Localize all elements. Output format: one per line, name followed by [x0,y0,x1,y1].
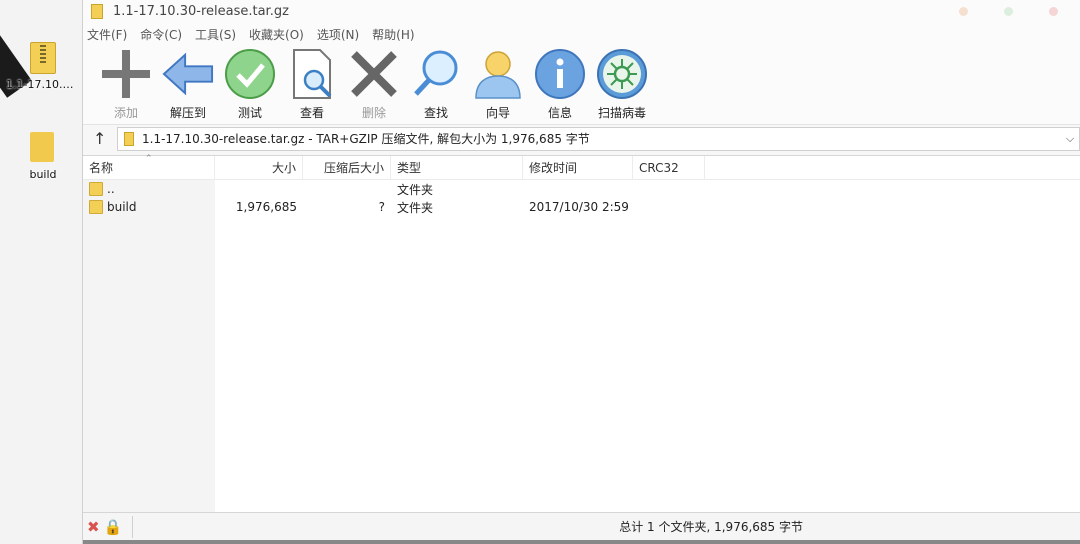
delete-icon [348,48,400,100]
item-size: 1,976,685 [235,200,297,214]
test-icon [224,48,276,100]
menu-favorites[interactable]: 收藏夹(O) [249,26,304,43]
menu-options[interactable]: 选项(N) [317,26,359,43]
up-arrow-icon[interactable]: ↑ [93,129,117,148]
wizard-icon [472,48,524,100]
virus-scan-label: 扫描病毒 [597,106,646,120]
test-button[interactable]: 测试 [219,48,281,121]
archive-app-icon [91,3,103,19]
item-modified: 2017/10/30 2:59 [529,200,629,214]
archive-path-icon [124,131,134,146]
column-crc32[interactable]: CRC32 [633,155,705,180]
window-title: 1.1-17.10.30-release.tar.gz [113,3,289,19]
window-controls [959,6,1080,16]
status-bar: ✖ 🔒 总计 1 个文件夹, 1,976,685 字节 [83,512,1080,540]
desktop-icon-build[interactable]: build [6,132,80,181]
extract-to-button[interactable]: 解压到 [157,48,219,121]
virus-scan-button[interactable]: 扫描病毒 [591,48,653,121]
desktop-icon-archive[interactable]: 1.1-17.10.30... [6,42,80,91]
info-button[interactable]: 信息 [529,48,591,121]
folder-icon [89,182,103,196]
menu-file[interactable]: 文件(F) [87,26,127,43]
extract-icon [162,48,214,100]
view-icon [286,48,338,100]
zip-archive-icon [30,42,56,74]
column-header-row: ⌃ 名称 大小 压缩后大小 类型 修改时间 CRC32 [83,154,1080,180]
extract-label: 解压到 [169,106,206,120]
add-button[interactable]: 添加 [95,48,157,121]
find-icon [410,48,462,100]
address-bar: ↑ 1.1-17.10.30-release.tar.gz - TAR+GZIP… [83,124,1080,152]
find-button[interactable]: 查找 [405,48,467,121]
menu-tools[interactable]: 工具(S) [195,26,236,43]
folder-icon [89,200,103,214]
path-field[interactable]: 1.1-17.10.30-release.tar.gz - TAR+GZIP 压… [117,126,1080,151]
minimize-button[interactable] [959,6,968,16]
lock-icon[interactable]: 🔒 [104,518,123,536]
item-name: .. [107,182,115,196]
view-button[interactable]: 查看 [281,48,343,121]
menu-bar: 文件(F) 命令(C) 工具(S) 收藏夹(O) 选项(N) 帮助(H) [83,22,1080,46]
status-divider [132,515,134,538]
file-list: ⌃ 名称 大小 压缩后大小 类型 修改时间 CRC32 .. 文件夹 build… [83,154,1080,513]
column-size[interactable]: 大小 [215,155,303,180]
menu-commands[interactable]: 命令(C) [140,26,182,43]
info-icon [534,48,586,100]
wizard-button[interactable]: 向导 [467,48,529,121]
item-packed-size: ? [378,200,385,214]
name-column-background [83,180,215,513]
delete-button[interactable]: 删除 [343,48,405,121]
desktop-edge [83,540,1080,544]
find-label: 查找 [423,106,448,120]
test-label: 测试 [237,106,262,120]
archive-window: 1.1-17.10.30-release.tar.gz 文件(F) 命令(C) … [82,0,1080,544]
delete-label: 删除 [361,106,386,120]
chevron-down-icon[interactable]: ⌵ [1061,132,1079,146]
item-type: 文件夹 [397,200,434,215]
path-text: 1.1-17.10.30-release.tar.gz - TAR+GZIP 压… [142,132,590,146]
desktop-background: 1.1-17.10.30... build [0,0,82,544]
menu-help[interactable]: 帮助(H) [372,26,414,43]
maximize-button[interactable] [1004,6,1013,16]
sort-ascending-icon: ⌃ [145,154,153,164]
add-label: 添加 [113,106,138,120]
status-summary: 总计 1 个文件夹, 1,976,685 字节 [619,520,803,534]
wizard-label: 向导 [485,106,510,120]
item-type: 文件夹 [397,182,434,197]
title-bar: 1.1-17.10.30-release.tar.gz [83,0,1080,22]
close-button[interactable] [1049,6,1058,16]
column-packed-size[interactable]: 压缩后大小 [303,155,391,180]
virus-scan-icon [596,48,648,100]
item-name: build [107,200,137,214]
folder-icon [30,132,56,164]
desktop-icon-label: 1.1-17.10.30... [6,78,80,91]
list-item[interactable]: build 1,976,685 ? 文件夹 2017/10/30 2:59 [83,198,1080,216]
add-icon [100,48,152,100]
column-type[interactable]: 类型 [391,155,523,180]
close-red-icon[interactable]: ✖ [87,518,100,536]
info-label: 信息 [547,106,572,120]
toolbar: 添加 解压到 测试 查看 删除 查找 向导 信息 扫描病毒 [83,46,1080,124]
desktop-icon-label: build [29,168,57,181]
list-item[interactable]: .. 文件夹 [83,180,1080,198]
view-label: 查看 [299,106,324,120]
column-modified[interactable]: 修改时间 [523,155,633,180]
